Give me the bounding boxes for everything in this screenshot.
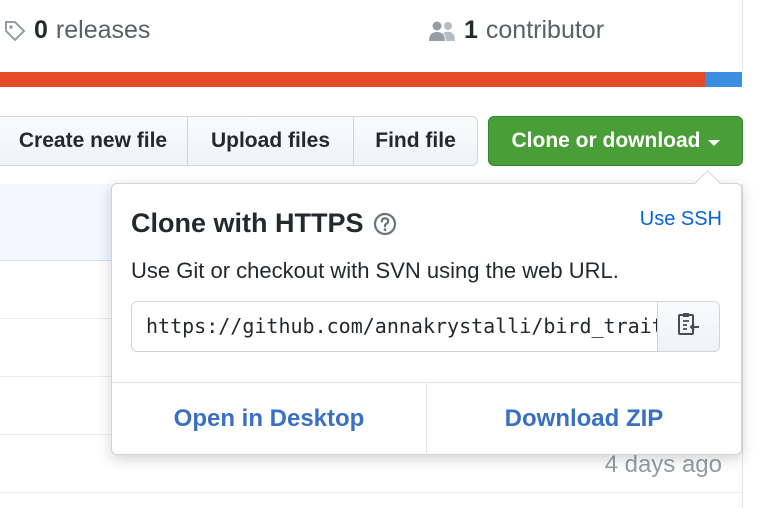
clipboard-icon <box>677 311 701 342</box>
popover-title-text: Clone with HTTPS <box>131 208 364 238</box>
file-age: 4 days ago <box>604 451 722 478</box>
list-divider <box>0 492 742 493</box>
open-in-desktop-button[interactable]: Open in Desktop <box>112 383 426 455</box>
clone-url-input[interactable]: https://github.com/annakrystalli/bird_tr… <box>131 301 676 352</box>
chevron-down-icon <box>707 139 720 146</box>
copy-url-button[interactable] <box>657 301 720 352</box>
upload-files-button[interactable]: Upload files <box>187 116 354 166</box>
find-file-button[interactable]: Find file <box>353 116 478 166</box>
question-icon[interactable] <box>373 212 397 236</box>
repo-stats-bar: 0 releases 1 contributor <box>0 0 743 70</box>
popover-title: Clone with HTTPS <box>131 208 397 239</box>
clone-button-label: Clone or download <box>511 129 701 152</box>
clone-or-download-button[interactable]: Clone or download <box>488 116 743 166</box>
releases-label: releases <box>55 16 151 44</box>
contributors-label: contributor <box>485 16 605 44</box>
clone-popover: Clone with HTTPS Use SSH Use Git or chec… <box>111 170 742 455</box>
contributors-link[interactable]: 1 contributor <box>428 16 604 45</box>
download-zip-button[interactable]: Download ZIP <box>426 383 741 455</box>
popover-arrow <box>694 170 721 197</box>
tag-icon <box>4 20 26 42</box>
releases-count: 0 <box>34 16 48 44</box>
contributors-count: 1 <box>464 16 478 44</box>
language-segment[interactable] <box>704 72 742 87</box>
use-ssh-link[interactable]: Use SSH <box>640 208 722 231</box>
releases-link[interactable]: 0 releases <box>4 16 150 45</box>
popover-footer: Open in Desktop Download ZIP <box>112 382 741 455</box>
language-segment[interactable] <box>0 72 705 87</box>
language-bar[interactable] <box>0 72 742 87</box>
create-new-file-button[interactable]: Create new file <box>0 116 188 166</box>
clone-description: Use Git or checkout with SVN using the w… <box>131 258 619 283</box>
people-icon <box>428 20 456 42</box>
